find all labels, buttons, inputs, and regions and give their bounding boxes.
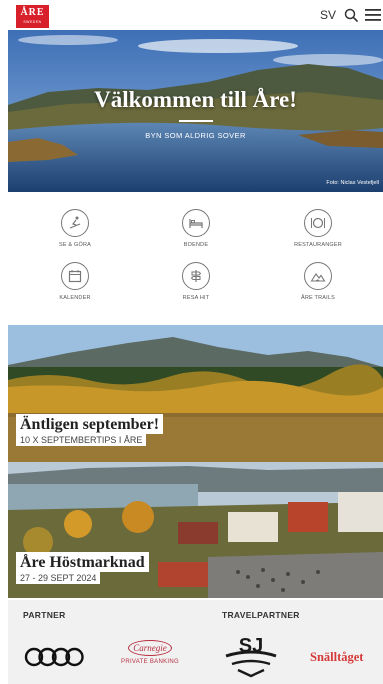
hero-divider [179, 120, 213, 122]
article-title: Åre Höstmarknad [16, 552, 149, 572]
hero-title: Välkommen till Åre! [94, 87, 297, 112]
audi-logo[interactable] [24, 646, 84, 668]
photo-credit: Foto: Niclas Vestefjell [326, 180, 379, 186]
category-label: KALENDER [59, 295, 91, 301]
snalltaget-logo[interactable]: Snälltåget [310, 650, 363, 665]
bed-icon [182, 209, 210, 237]
category-restauranger[interactable]: RESTAURANGER [278, 209, 358, 248]
hero-banner: Välkommen till Åre! BYN SOM ALDRIG SOVER… [8, 30, 383, 192]
article-subtitle: 27 - 29 SEPT 2024 [16, 572, 101, 584]
trail-mountain-icon [304, 262, 332, 290]
ski-activity-icon [61, 209, 89, 237]
category-label: ÅRE TRAILS [301, 295, 335, 301]
category-se-gora[interactable]: SE & GÖRA [35, 209, 115, 248]
travelpartner-heading: TRAVELPARTNER [222, 610, 300, 620]
category-are-trails[interactable]: ÅRE TRAILS [278, 262, 358, 301]
article-card-september[interactable]: Äntligen september! 10 X SEPTEMBERTIPS I… [8, 325, 383, 462]
article-card-hostmarknad[interactable]: Åre Höstmarknad 27 - 29 SEPT 2024 [8, 462, 383, 598]
category-label: RESTAURANGER [294, 242, 342, 248]
hero-subtitle: BYN SOM ALDRIG SOVER [145, 131, 246, 140]
carnegie-name: Carnegie [128, 640, 172, 656]
category-label: RESA HIT [182, 295, 210, 301]
search-icon[interactable] [344, 8, 358, 22]
are-logo[interactable]: ÅRE SWEDEN [16, 5, 49, 28]
category-resa-hit[interactable]: RESA HIT [156, 262, 236, 301]
sj-logo[interactable]: SJ [222, 632, 280, 678]
language-switch[interactable]: SV [320, 8, 336, 22]
logo-subtext: SWEDEN [23, 20, 42, 24]
plate-cutlery-icon [304, 209, 332, 237]
category-grid: SE & GÖRA BOENDE RESTAURANGER KALENDER R… [8, 192, 383, 322]
carnegie-subtitle: PRIVATE BANKING [121, 659, 179, 665]
article-title: Äntligen september! [16, 414, 164, 434]
partners-section: PARTNER TRAVELPARTNER Carnegie PRIVATE B… [8, 600, 383, 684]
hamburger-menu-icon[interactable] [365, 9, 381, 21]
category-label: BOENDE [183, 242, 209, 248]
partner-heading: PARTNER [23, 610, 66, 620]
category-kalender[interactable]: KALENDER [35, 262, 115, 301]
site-header: ÅRE SWEDEN SV [0, 0, 383, 30]
article-subtitle: 10 X SEPTEMBERTIPS I ÅRE [16, 434, 147, 446]
category-boende[interactable]: BOENDE [156, 209, 236, 248]
logo-text: ÅRE [20, 7, 45, 18]
carnegie-logo[interactable]: Carnegie PRIVATE BANKING [115, 640, 185, 665]
category-label: SE & GÖRA [58, 242, 92, 248]
svg-text:SJ: SJ [239, 635, 263, 657]
signpost-icon [182, 262, 210, 290]
calendar-icon [61, 262, 89, 290]
